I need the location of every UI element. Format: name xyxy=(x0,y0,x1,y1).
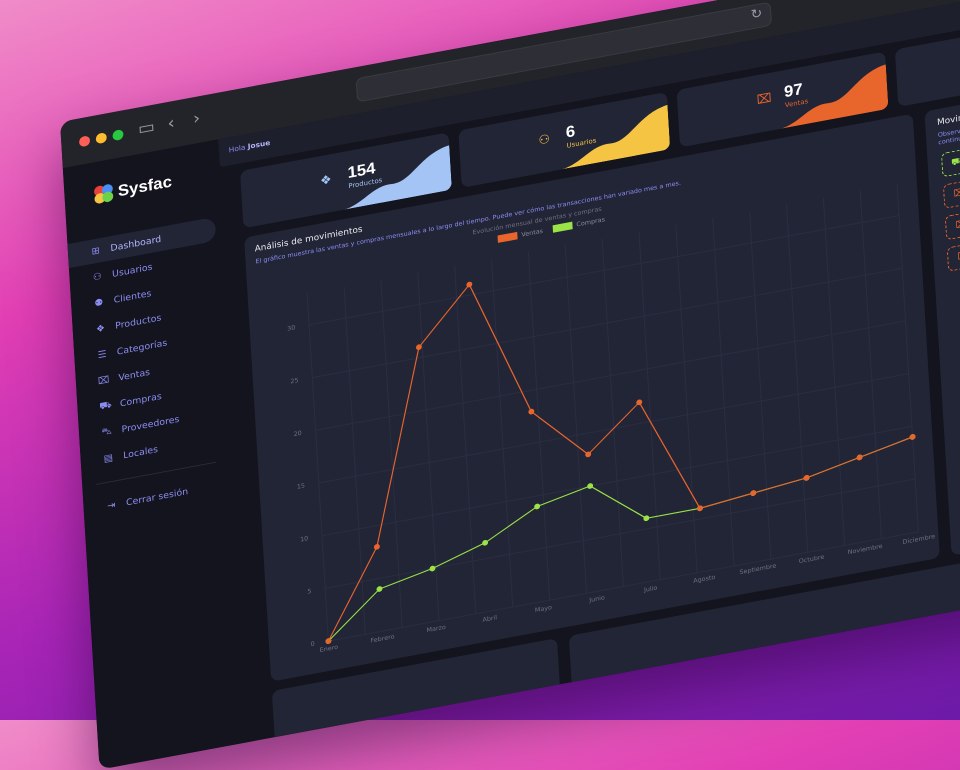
sidebar-item-label: Dashboard xyxy=(110,233,162,254)
minimize-window-button[interactable] xyxy=(95,132,107,145)
grid-line xyxy=(785,204,809,553)
user-add-icon: ⚇ xyxy=(538,132,551,149)
grid-line xyxy=(312,267,903,379)
data-point-compras[interactable] xyxy=(643,515,650,522)
x-tick-label: Diciembre xyxy=(902,533,935,546)
cart-icon: ⛟ xyxy=(98,399,112,412)
x-tick-label: Abril xyxy=(482,614,497,623)
logo-icon xyxy=(93,183,115,205)
ticket-icon[interactable]: ⌧ xyxy=(942,178,960,209)
grid-line xyxy=(325,478,916,589)
sidebar-toggle-icon[interactable]: ▭ xyxy=(137,117,155,140)
data-point-compras[interactable] xyxy=(587,483,594,490)
data-point-ventas[interactable] xyxy=(750,490,757,497)
logout-icon: ⇥ xyxy=(106,499,116,512)
grid-line xyxy=(601,238,624,587)
grid-line xyxy=(321,425,912,537)
grid-line xyxy=(638,231,661,580)
logout-label: Cerrar sesión xyxy=(125,486,189,508)
y-tick-label: 10 xyxy=(300,535,309,543)
sidebar-item-label: Clientes xyxy=(113,288,152,306)
grid-line xyxy=(896,183,919,532)
app-name: Sysfac xyxy=(117,172,173,201)
grid-icon: ⊞ xyxy=(91,245,101,257)
truck-icon: ⛍ xyxy=(101,425,113,438)
x-tick-label: Febrero xyxy=(370,633,395,644)
stat-sparkline xyxy=(343,145,452,210)
grid-line xyxy=(527,252,551,601)
back-icon[interactable]: ‹ xyxy=(167,113,175,134)
x-tick-label: Junio xyxy=(588,594,605,604)
cart-icon[interactable]: ⛟ xyxy=(940,147,960,178)
stat-sparkline xyxy=(780,64,889,129)
store-icon: ▤ xyxy=(103,452,114,465)
ticket-icon: ⌧ xyxy=(756,91,772,108)
grid-line xyxy=(822,197,846,546)
forward-icon[interactable]: › xyxy=(192,108,200,129)
right-panel-title: Movimi xyxy=(936,112,960,128)
data-point-ventas[interactable] xyxy=(856,454,863,461)
grid-line xyxy=(380,279,403,628)
grid-line xyxy=(343,286,366,635)
grid-line xyxy=(675,224,698,573)
grid-line xyxy=(712,218,735,567)
sidebar-item-label: Compras xyxy=(119,390,163,409)
data-point-ventas[interactable] xyxy=(909,434,916,441)
greeting-text: Hola Josue xyxy=(228,138,271,155)
right-panel-subtitle: Observ continua xyxy=(937,127,960,147)
browser-window: ▭ ‹ › ↻ Sysfac ⊞ Dashboard ⚇ Usuarios ⚉ Clien… xyxy=(60,0,960,770)
sidebar-item-label: Locales xyxy=(122,444,159,461)
sidebar-item-label: Usuarios xyxy=(111,261,153,280)
ticket-icon[interactable]: ⌧ xyxy=(944,210,960,241)
logout-button[interactable]: ⇥ Cerrar sesión xyxy=(83,471,232,522)
grid-line xyxy=(454,265,477,614)
dropbox-icon: ❖ xyxy=(319,172,333,189)
sidebar: Sysfac ⊞ Dashboard ⚇ Usuarios ⚉ Clientes ❖ Prod… xyxy=(62,140,248,770)
sidebar-item-label: Proveedores xyxy=(121,413,180,435)
sidebar-item-label: Ventas xyxy=(118,366,151,383)
x-tick-label: Agosto xyxy=(693,574,716,585)
reload-icon[interactable]: ↻ xyxy=(750,6,762,23)
grid-line xyxy=(309,215,900,326)
users-icon: ⚉ xyxy=(94,296,104,309)
x-tick-label: Enero xyxy=(320,644,339,654)
sidebar-nav: ⊞ Dashboard ⚇ Usuarios ⚉ Clientes ❖ Productos ☰ C… xyxy=(67,216,232,525)
grid-line xyxy=(859,190,882,539)
x-tick-label: Mayo xyxy=(535,604,553,614)
data-point-ventas[interactable] xyxy=(373,544,380,551)
x-tick-label: Septiembre xyxy=(739,563,776,577)
app-logo[interactable]: Sysfac xyxy=(93,172,173,205)
y-tick-label: 20 xyxy=(293,430,302,438)
x-tick-label: Marzo xyxy=(426,624,446,634)
user-add-icon: ⚇ xyxy=(92,271,103,283)
data-point-compras[interactable] xyxy=(429,565,436,572)
x-tick-label: Octubre xyxy=(799,554,825,565)
data-point-compras[interactable] xyxy=(482,539,489,546)
x-tick-label: Julio xyxy=(643,585,658,594)
ticket-icon: ⌧ xyxy=(97,374,110,387)
stat-sparkline xyxy=(562,104,671,170)
ticket-icon[interactable]: ⌧ xyxy=(946,241,960,272)
y-tick-label: 15 xyxy=(297,483,306,491)
y-tick-label: 5 xyxy=(307,588,311,595)
y-tick-label: 30 xyxy=(287,324,296,332)
sidebar-item-label: Categorías xyxy=(116,337,168,358)
data-point-compras[interactable] xyxy=(534,503,541,510)
y-tick-label: 25 xyxy=(290,377,299,385)
grid-line xyxy=(417,272,440,621)
grid-line xyxy=(315,320,906,431)
grid-line xyxy=(749,211,772,560)
list-icon: ☰ xyxy=(97,348,107,361)
x-tick-label: Noviembre xyxy=(848,543,883,556)
sidebar-item-label: Productos xyxy=(114,312,162,332)
data-point-ventas[interactable] xyxy=(697,505,703,512)
maximize-window-button[interactable] xyxy=(112,129,124,142)
data-point-ventas[interactable] xyxy=(803,475,810,482)
close-window-button[interactable] xyxy=(78,135,91,148)
grid-line xyxy=(564,245,588,594)
grid-line xyxy=(491,259,514,608)
y-tick-label: 0 xyxy=(310,641,314,648)
dropbox-icon: ❖ xyxy=(95,322,106,335)
